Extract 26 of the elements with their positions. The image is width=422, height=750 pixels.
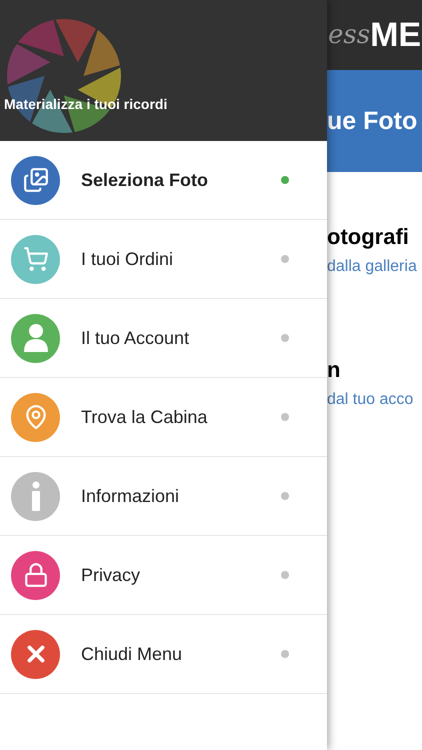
cart-icon (22, 246, 48, 272)
menu-label: I tuoi Ordini (81, 248, 174, 270)
menu-item[interactable]: Informazioni (0, 457, 327, 536)
logo-text: ME (370, 14, 422, 56)
menu-label: Chiudi Menu (81, 642, 184, 666)
menu-label: Seleziona Foto (81, 168, 210, 192)
section-title: n (327, 356, 342, 384)
section-subtitle: dalla galleria (327, 257, 418, 277)
menu-label: Trova la Cabina (81, 406, 208, 428)
section-subtitle: dal tuo acco (327, 390, 414, 410)
menu-label: Il tuo Account (81, 326, 190, 350)
tagline: Materializza i tuoi ricordi (4, 95, 168, 114)
menu-item[interactable]: Seleziona Foto (0, 141, 327, 220)
menu-item[interactable]: Trova la Cabina (0, 378, 327, 457)
logo-script: ess (328, 18, 370, 52)
person-icon (22, 323, 48, 353)
menu-item[interactable]: I tuoi Ordini (0, 220, 327, 299)
menu-label: Informazioni (81, 484, 180, 508)
menu-item[interactable]: Privacy (0, 536, 327, 615)
photos-icon (22, 167, 48, 193)
section-title: otografi (327, 223, 410, 251)
lock-icon (22, 562, 48, 588)
banner-title: ue Foto (327, 106, 418, 138)
menu-label: Privacy (81, 564, 142, 587)
menu-item[interactable]: Il tuo Account (0, 299, 327, 378)
menu-item[interactable]: Chiudi Menu (0, 615, 327, 694)
